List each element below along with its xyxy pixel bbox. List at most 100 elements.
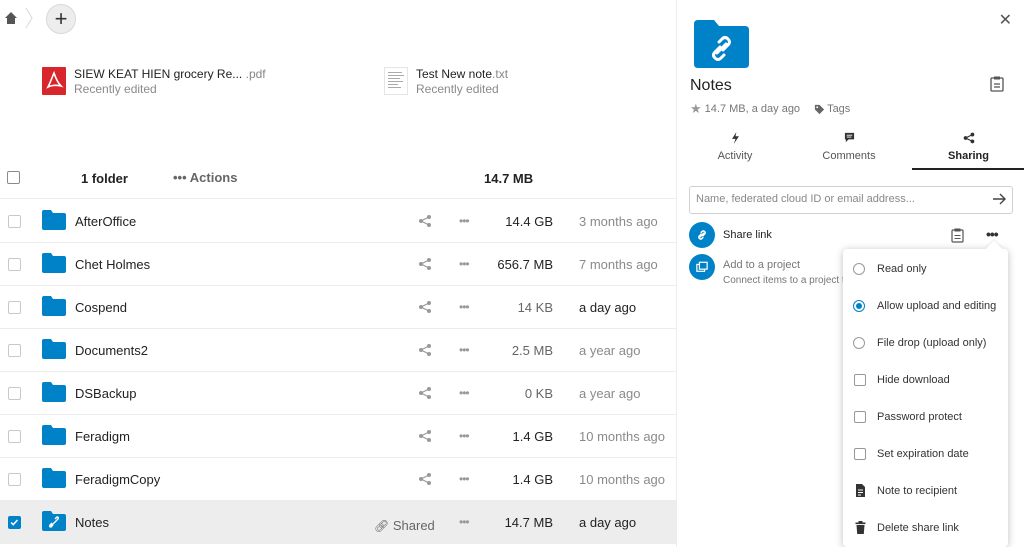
file-name[interactable]: AfterOffice bbox=[75, 214, 136, 229]
home-icon[interactable] bbox=[4, 11, 18, 25]
row-checkbox[interactable] bbox=[8, 473, 21, 486]
share-icon[interactable] bbox=[418, 429, 432, 443]
file-row[interactable]: Cospend ••• 14 KB a day ago bbox=[0, 286, 676, 329]
more-options-icon[interactable]: ••• bbox=[459, 343, 470, 357]
checkbox[interactable] bbox=[854, 411, 866, 423]
share-icon[interactable] bbox=[418, 343, 432, 357]
share-link-label: Share link bbox=[723, 229, 772, 241]
lightning-icon bbox=[677, 132, 793, 150]
row-checkbox-checked[interactable] bbox=[8, 516, 21, 529]
more-options-icon[interactable]: ••• bbox=[459, 300, 470, 314]
more-options-icon[interactable]: ••• bbox=[459, 429, 470, 443]
more-options-icon[interactable]: ••• bbox=[459, 214, 470, 228]
file-name[interactable]: DSBackup bbox=[75, 386, 136, 401]
file-name[interactable]: Notes bbox=[75, 515, 109, 530]
more-options-icon[interactable]: ••• bbox=[459, 257, 470, 271]
recent-file-name: Test New note bbox=[416, 67, 493, 81]
file-row[interactable]: AfterOffice ••• 14.4 GB 3 months ago bbox=[0, 200, 676, 243]
row-checkbox[interactable] bbox=[8, 387, 21, 400]
comment-icon bbox=[791, 132, 907, 150]
recent-file-ext: .txt bbox=[492, 67, 509, 81]
menu-password-protect[interactable]: Password protect bbox=[843, 398, 1008, 435]
share-icon[interactable] bbox=[418, 257, 432, 271]
row-checkbox[interactable] bbox=[8, 430, 21, 443]
copy-link-icon[interactable] bbox=[951, 228, 964, 243]
menu-delete-share-link[interactable]: Delete share link bbox=[843, 509, 1008, 546]
checkbox[interactable] bbox=[854, 448, 866, 460]
tab-activity[interactable]: Activity bbox=[677, 126, 793, 170]
share-icon[interactable] bbox=[418, 472, 432, 486]
actions-menu[interactable]: ••• Actions bbox=[173, 170, 237, 185]
row-checkbox[interactable] bbox=[8, 344, 21, 357]
tags-button[interactable]: Tags bbox=[814, 103, 850, 115]
row-checkbox[interactable] bbox=[8, 258, 21, 271]
file-name[interactable]: Documents2 bbox=[75, 343, 148, 358]
clipboard-icon[interactable] bbox=[990, 76, 1004, 92]
radio-checked[interactable] bbox=[853, 300, 865, 312]
link-icon: 🔗︎ bbox=[374, 519, 390, 533]
close-icon[interactable]: ✕ bbox=[999, 10, 1012, 30]
file-name[interactable]: Feradigm bbox=[75, 429, 130, 444]
folder-icon bbox=[42, 339, 66, 359]
file-row-selected[interactable]: Notes 🔗︎ Shared ••• 14.7 MB a day ago bbox=[0, 501, 676, 544]
file-size: 1.4 GB bbox=[512, 472, 553, 487]
menu-set-expiration[interactable]: Set expiration date bbox=[843, 435, 1008, 472]
shared-indicator[interactable]: 🔗︎ Shared bbox=[374, 518, 435, 533]
shared-folder-icon bbox=[694, 20, 749, 68]
share-icon[interactable] bbox=[418, 386, 432, 400]
more-options-icon[interactable]: ••• bbox=[459, 472, 470, 486]
file-date: 10 months ago bbox=[579, 429, 666, 444]
menu-allow-upload-editing[interactable]: Allow upload and editing bbox=[843, 287, 1008, 324]
row-checkbox[interactable] bbox=[8, 215, 21, 228]
menu-file-drop[interactable]: File drop (upload only) bbox=[843, 324, 1008, 361]
files-main: + SIEW KEAT HIEN grocery Re... .pdf Rece… bbox=[0, 0, 676, 547]
file-list-header: 1 folder ••• Actions 14.7 MB bbox=[0, 157, 676, 199]
shared-folder-icon bbox=[42, 511, 66, 531]
share-link-menu: Read only Allow upload and editing File … bbox=[843, 240, 1008, 547]
share-recipient-input[interactable]: Name, federated cloud ID or email addres… bbox=[689, 186, 1013, 214]
text-file-icon bbox=[384, 67, 408, 95]
file-date: a day ago bbox=[579, 300, 637, 315]
file-row[interactable]: Feradigm ••• 1.4 GB 10 months ago bbox=[0, 415, 676, 458]
share-icon[interactable] bbox=[418, 300, 432, 314]
recent-file-name: SIEW KEAT HIEN grocery Re... bbox=[74, 67, 243, 81]
file-row[interactable]: FeradigmCopy ••• 1.4 GB 10 months ago bbox=[0, 458, 676, 501]
menu-label: Set expiration date bbox=[877, 448, 969, 460]
tab-label: Activity bbox=[717, 150, 753, 162]
radio-unchecked[interactable] bbox=[853, 263, 865, 275]
more-options-icon[interactable]: ••• bbox=[459, 386, 470, 400]
file-name[interactable]: Cospend bbox=[75, 300, 127, 315]
recent-file-pdf[interactable]: SIEW KEAT HIEN grocery Re... .pdf Recent… bbox=[42, 66, 266, 100]
recent-file-txt[interactable]: Test New note.txt Recently edited bbox=[384, 66, 508, 100]
file-row[interactable]: Documents2 ••• 2.5 MB a year ago bbox=[0, 329, 676, 372]
trash-icon bbox=[855, 521, 866, 534]
shared-label: Shared bbox=[392, 518, 435, 533]
share-link-more-icon[interactable]: ••• bbox=[986, 226, 999, 242]
recent-file-status: Recently edited bbox=[416, 82, 499, 96]
folder-icon bbox=[42, 296, 66, 316]
select-all-checkbox[interactable] bbox=[7, 171, 20, 184]
share-icon[interactable] bbox=[418, 214, 432, 228]
actions-label: Actions bbox=[189, 170, 238, 185]
menu-label: Delete share link bbox=[877, 522, 959, 534]
sidebar-title: Notes bbox=[690, 77, 732, 94]
file-row[interactable]: DSBackup ••• 0 KB a year ago bbox=[0, 372, 676, 415]
arrow-right-icon[interactable] bbox=[992, 192, 1006, 206]
tab-sharing[interactable]: Sharing bbox=[912, 126, 1024, 170]
checkbox[interactable] bbox=[854, 374, 866, 386]
menu-read-only[interactable]: Read only bbox=[843, 250, 1008, 287]
more-options-icon[interactable]: ••• bbox=[459, 515, 470, 529]
add-new-button[interactable]: + bbox=[46, 4, 76, 34]
file-name[interactable]: Chet Holmes bbox=[75, 257, 150, 272]
star-icon[interactable]: ★ bbox=[690, 101, 702, 117]
file-name[interactable]: FeradigmCopy bbox=[75, 472, 160, 487]
file-row[interactable]: Chet Holmes ••• 656.7 MB 7 months ago bbox=[0, 243, 676, 286]
radio-unchecked[interactable] bbox=[853, 337, 865, 349]
tab-comments[interactable]: Comments bbox=[791, 126, 907, 170]
menu-note-to-recipient[interactable]: Note to recipient bbox=[843, 472, 1008, 509]
breadcrumb: + bbox=[0, 0, 676, 38]
share-input-placeholder: Name, federated cloud ID or email addres… bbox=[696, 193, 915, 205]
menu-hide-download[interactable]: Hide download bbox=[843, 361, 1008, 398]
row-checkbox[interactable] bbox=[8, 301, 21, 314]
actions-icon: ••• bbox=[173, 170, 187, 185]
